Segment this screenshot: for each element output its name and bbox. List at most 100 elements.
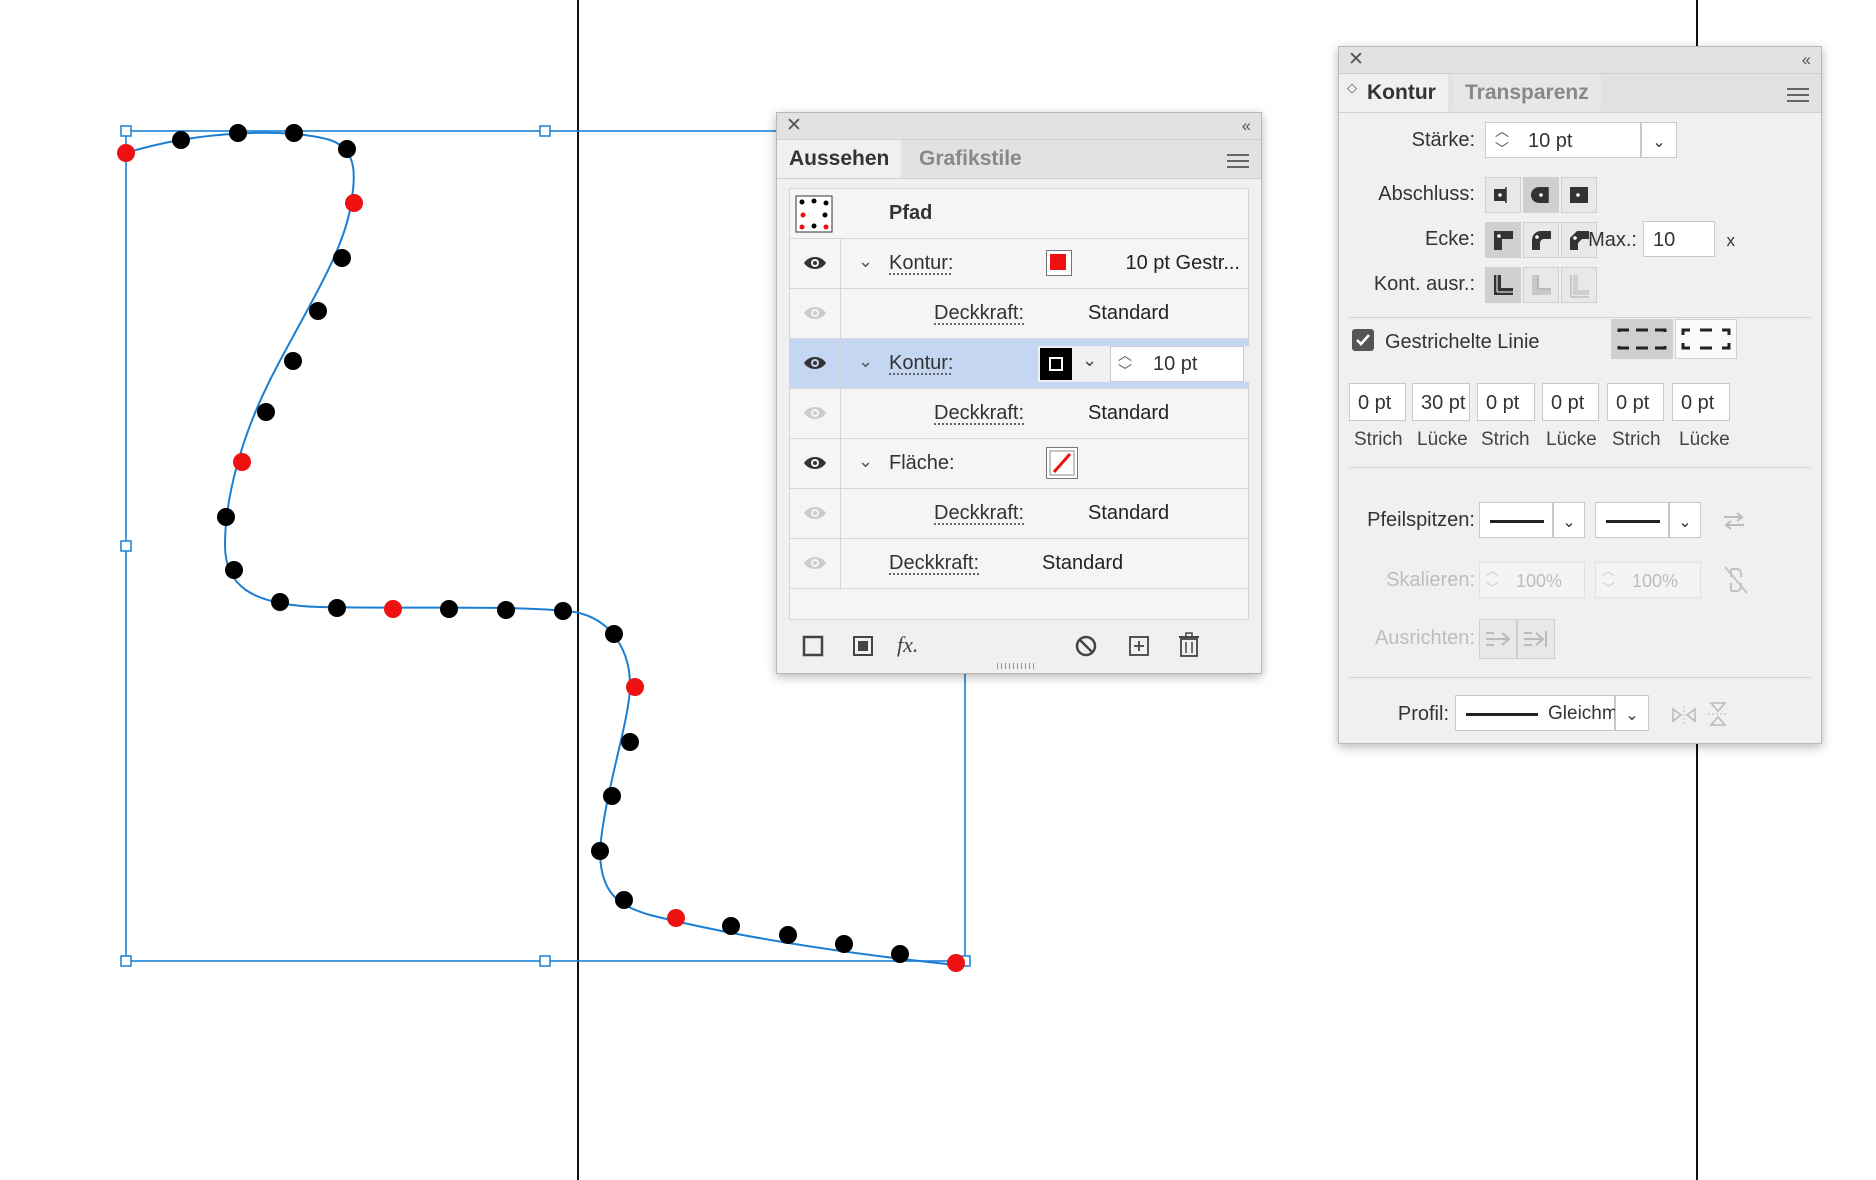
close-icon[interactable]: ✕ <box>786 114 802 138</box>
link-scale-icon[interactable] <box>1723 565 1749 595</box>
stroke-inline-controls: ⌄ ︿ ﹀ 10 pt <box>1038 346 1250 382</box>
add-fill-icon[interactable] <box>851 634 875 658</box>
profile-select[interactable]: Gleichm. <box>1455 695 1623 731</box>
miter-limit-field[interactable]: 10 <box>1643 221 1715 257</box>
align-stroke-label: Kont. ausr.: <box>1373 273 1475 295</box>
collapse-icon[interactable]: ‹‹ <box>1242 114 1251 138</box>
miter-join-button[interactable] <box>1485 222 1521 258</box>
end-arrowhead-select[interactable] <box>1595 502 1669 538</box>
start-scale-field[interactable]: ︿ ﹀ 100% <box>1479 562 1585 598</box>
panel-titlebar[interactable]: ✕ ‹‹ <box>1339 47 1821 74</box>
appearance-panel: ✕ ‹‹ Aussehen Grafikstile Pfad ⌄ Kontur:… <box>776 112 1262 674</box>
end-scale-field[interactable]: ︿ ﹀ 100% <box>1595 562 1701 598</box>
end-arrowhead-dropdown[interactable]: ⌄ <box>1669 502 1701 538</box>
align-outside-button[interactable] <box>1561 267 1597 303</box>
dash-align-corners-button[interactable] <box>1675 319 1737 359</box>
round-join-button[interactable] <box>1523 222 1559 258</box>
bbox-handle-tl <box>120 125 132 137</box>
chevron-down-icon[interactable]: ⌄ <box>858 251 873 272</box>
object-opacity-row[interactable]: Deckkraft: Standard <box>790 539 1248 589</box>
tab-grafikstile[interactable]: Grafikstile <box>907 140 1034 177</box>
close-icon[interactable]: ✕ <box>1348 48 1364 72</box>
dashed-line-label[interactable]: Gestrichelte Linie <box>1385 331 1540 354</box>
swap-arrowheads-icon[interactable] <box>1721 509 1747 533</box>
butt-cap-button[interactable] <box>1485 177 1521 213</box>
dashed-line-checkbox[interactable] <box>1352 329 1374 351</box>
dash-3-field[interactable]: 0 pt <box>1607 383 1664 421</box>
eye-icon[interactable] <box>803 402 827 424</box>
stepper-down-icon[interactable]: ﹀ <box>1495 131 1509 167</box>
weight-dropdown[interactable]: ⌄ <box>1641 122 1677 158</box>
stroke-row-red[interactable]: ⌄ Kontur: 10 pt Gestr... <box>790 239 1248 289</box>
miter-limit-suffix: x <box>1726 231 1736 250</box>
opacity-row[interactable]: Deckkraft: Standard <box>790 389 1248 439</box>
dash-2-field[interactable]: 0 pt <box>1477 383 1535 421</box>
stepper-down-icon[interactable]: ﹀ <box>1118 361 1132 381</box>
trash-icon[interactable] <box>1177 632 1201 658</box>
swatch-dropdown-icon[interactable]: ⌄ <box>1082 350 1097 371</box>
eye-icon[interactable] <box>803 252 827 274</box>
panel-titlebar[interactable]: ✕ ‹‹ <box>777 113 1261 140</box>
bbox-handle-ml <box>120 540 132 552</box>
tab-aussehen[interactable]: Aussehen <box>777 140 902 178</box>
round-cap-button[interactable] <box>1523 177 1559 213</box>
opacity-value: Standard <box>1088 302 1170 324</box>
stroke-swatch-black[interactable] <box>1040 348 1072 380</box>
opacity-row[interactable]: Deckkraft: Standard <box>790 289 1248 339</box>
eye-icon[interactable] <box>803 452 827 474</box>
duplicate-item-icon[interactable] <box>1127 634 1151 658</box>
start-arrowhead-dropdown[interactable]: ⌄ <box>1553 502 1585 538</box>
fill-swatch-none[interactable] <box>1046 447 1078 479</box>
opacity-row[interactable]: Deckkraft: Standard <box>790 489 1248 539</box>
fill-row[interactable]: ⌄ Fläche: <box>790 439 1248 489</box>
miter-limit-label: Max.: <box>1588 229 1637 251</box>
align-inside-button[interactable] <box>1523 267 1559 303</box>
stroke-weight-field[interactable]: ︿ ﹀ 10 pt <box>1110 346 1244 382</box>
fx-icon[interactable]: fx. <box>897 632 918 658</box>
opacity-label[interactable]: Deckkraft: <box>934 402 1024 425</box>
stroke-swatch-red[interactable] <box>1046 250 1072 276</box>
add-stroke-icon[interactable] <box>801 634 825 658</box>
bbox-handle-bl <box>120 955 132 967</box>
divider <box>1349 467 1811 468</box>
eye-icon[interactable] <box>803 352 827 374</box>
dash-1-field[interactable]: 0 pt <box>1349 383 1406 421</box>
resize-grip[interactable] <box>997 663 1037 669</box>
opacity-label[interactable]: Deckkraft: <box>934 302 1024 325</box>
projecting-cap-button[interactable] <box>1561 177 1597 213</box>
stroke-row-selected[interactable]: ⌄ Kontur: ⌄ ︿ ﹀ 10 pt <box>790 339 1250 389</box>
eye-icon[interactable] <box>803 502 827 524</box>
align-center-button[interactable] <box>1485 267 1521 303</box>
gap-3-field[interactable]: 0 pt <box>1672 383 1730 421</box>
flip-horizontal-icon[interactable] <box>1669 703 1699 727</box>
flip-vertical-icon[interactable] <box>1705 699 1731 729</box>
arrowheads-label: Pfeilspitzen: <box>1367 509 1475 531</box>
gap-2-field[interactable]: 0 pt <box>1542 383 1599 421</box>
clear-appearance-icon[interactable] <box>1074 634 1098 658</box>
opacity-label[interactable]: Deckkraft: <box>934 502 1024 525</box>
align-arrows-label: Ausrichten: <box>1374 627 1475 649</box>
profile-dropdown[interactable]: ⌄ <box>1615 695 1649 731</box>
stroke-label[interactable]: Kontur: <box>889 252 953 275</box>
chevron-down-icon[interactable]: ⌄ <box>858 451 873 472</box>
tab-transparenz[interactable]: Transparenz <box>1453 74 1601 111</box>
stroke-summary[interactable]: 10 pt Gestr... <box>1070 252 1240 275</box>
divider <box>1349 677 1811 678</box>
bbox-handle-bm <box>539 955 551 967</box>
gap-1-field[interactable]: 30 pt <box>1412 383 1470 421</box>
arrow-tip-end-button[interactable] <box>1517 619 1555 659</box>
panel-menu-icon[interactable] <box>1227 154 1249 172</box>
stroke-label[interactable]: Kontur: <box>889 352 953 375</box>
dash-exact-button[interactable] <box>1611 319 1673 359</box>
weight-field[interactable]: ︿ ﹀ 10 pt <box>1485 122 1641 158</box>
eye-icon[interactable] <box>803 552 827 574</box>
panel-menu-icon[interactable] <box>1787 88 1809 106</box>
tab-options-icon[interactable]: ◇ <box>1347 81 1357 94</box>
eye-icon[interactable] <box>803 302 827 324</box>
chevron-down-icon[interactable]: ⌄ <box>858 351 873 372</box>
stroke-panel: ✕ ‹‹ Kontur ◇ Transparenz Stärke: ︿ ﹀ 10… <box>1338 46 1822 744</box>
opacity-label[interactable]: Deckkraft: <box>889 552 979 575</box>
collapse-icon[interactable]: ‹‹ <box>1802 48 1811 72</box>
start-arrowhead-select[interactable] <box>1479 502 1553 538</box>
arrow-tip-beyond-button[interactable] <box>1479 619 1517 659</box>
